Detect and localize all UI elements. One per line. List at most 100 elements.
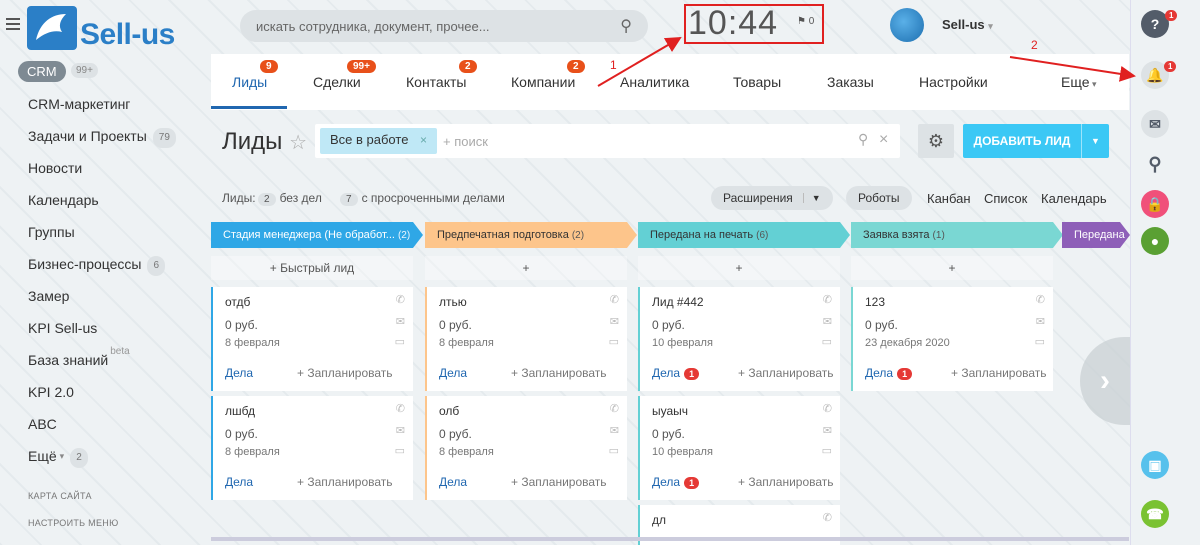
comment-icon[interactable]: ▭ bbox=[822, 444, 832, 457]
lead-title[interactable]: олб bbox=[439, 404, 459, 418]
add-lead-plus[interactable]: + bbox=[638, 256, 840, 280]
lock-icon[interactable]: 🔒 bbox=[1141, 190, 1169, 218]
sidebar-item[interactable]: Новости bbox=[28, 159, 208, 191]
lead-card[interactable]: Лид #442 0 руб. 10 февраля Дела 1 + Запланиро… bbox=[638, 287, 840, 391]
user-icon[interactable]: ● bbox=[1141, 227, 1169, 255]
tasks-link[interactable]: Дела bbox=[225, 475, 253, 489]
add-lead-button[interactable]: ДОБАВИТЬ ЛИД ▼ bbox=[963, 124, 1109, 158]
clock[interactable]: 10:44 bbox=[688, 4, 778, 43]
add-lead-plus[interactable]: + bbox=[851, 256, 1053, 280]
tab-item[interactable]: Компании bbox=[511, 74, 575, 90]
mail-icon[interactable]: ✉ bbox=[823, 424, 832, 437]
tasks-link[interactable]: Дела bbox=[439, 475, 467, 489]
search-input[interactable] bbox=[256, 18, 556, 34]
extensions-button[interactable]: Расширения ▼ bbox=[711, 186, 833, 210]
tasks-link[interactable]: Дела 1 bbox=[652, 366, 700, 380]
lead-title[interactable]: ыуаыч bbox=[652, 404, 688, 418]
lead-card[interactable]: 123 0 руб. 23 декабря 2020 Дела 1 + Запланиро… bbox=[851, 287, 1053, 391]
phone-icon[interactable]: ☎ bbox=[1141, 500, 1169, 528]
avatar[interactable] bbox=[890, 8, 924, 42]
sitemap-link[interactable]: КАРТА САЙТА bbox=[28, 491, 92, 501]
lead-card[interactable]: отдб 0 руб. 8 февраля Дела + Запланировать ✆ ✉… bbox=[211, 287, 413, 391]
comment-icon[interactable]: ▭ bbox=[822, 335, 832, 348]
star-icon[interactable]: ☆ bbox=[289, 132, 307, 154]
add-lead-plus[interactable]: + bbox=[425, 256, 627, 280]
filter-search[interactable]: + поиск bbox=[443, 134, 488, 149]
view-list[interactable]: Список bbox=[984, 191, 1027, 206]
search-icon[interactable]: ⚲ bbox=[620, 16, 632, 36]
sidebar-item[interactable]: Замер bbox=[28, 287, 208, 319]
mail-icon[interactable]: ✉ bbox=[610, 424, 619, 437]
phone-icon[interactable]: ✆ bbox=[396, 402, 405, 415]
lead-title[interactable]: 123 bbox=[865, 295, 885, 309]
horizontal-scrollbar[interactable] bbox=[211, 537, 1129, 541]
mail-icon[interactable]: ✉ bbox=[823, 315, 832, 328]
comment-icon[interactable]: ▭ bbox=[609, 335, 619, 348]
lead-title[interactable]: лтью bbox=[439, 295, 467, 309]
sidebar-crm[interactable]: CRM bbox=[18, 61, 66, 82]
tab-item[interactable]: Товары bbox=[733, 74, 781, 90]
sidebar-item[interactable]: База знаний beta bbox=[28, 346, 208, 383]
tab-item[interactable]: Аналитика bbox=[620, 74, 689, 90]
lead-card[interactable]: олб 0 руб. 8 февраля Дела + Запланировать ✆ ✉ ▭ bbox=[425, 396, 627, 500]
lead-title[interactable]: отдб bbox=[225, 295, 250, 309]
stage-header[interactable]: Передана bbox=[1062, 222, 1130, 248]
mail-icon[interactable]: ✉ bbox=[396, 315, 405, 328]
filter-tag[interactable]: Все в работе × bbox=[320, 128, 438, 154]
tab-item[interactable]: Заказы bbox=[827, 74, 874, 90]
tab-item[interactable]: Контакты bbox=[406, 74, 466, 90]
tab-item[interactable]: Лиды bbox=[232, 74, 267, 90]
comment-icon[interactable]: ▭ bbox=[395, 444, 405, 457]
filter-clear-icon[interactable]: × bbox=[879, 131, 888, 149]
lead-title[interactable]: лшбд bbox=[225, 404, 255, 418]
tasks-link[interactable]: Дела bbox=[439, 366, 467, 380]
phone-icon[interactable]: ✆ bbox=[823, 402, 832, 415]
lead-title[interactable]: дл bbox=[652, 513, 666, 527]
global-search[interactable]: ⚲ bbox=[240, 10, 648, 42]
search-icon[interactable]: ⚲ bbox=[1141, 150, 1169, 178]
sidebar-item[interactable]: Задачи и Проекты 79 bbox=[28, 127, 208, 159]
view-kanban[interactable]: Канбан bbox=[927, 191, 971, 206]
phone-icon[interactable]: ✆ bbox=[1036, 293, 1045, 306]
phone-icon[interactable]: ✆ bbox=[823, 511, 832, 524]
sidebar-item[interactable]: Группы bbox=[28, 223, 208, 255]
phone-icon[interactable]: ✆ bbox=[610, 402, 619, 415]
robots-button[interactable]: Роботы bbox=[846, 186, 912, 210]
plan-link[interactable]: + Запланировать bbox=[738, 475, 834, 489]
plan-link[interactable]: + Запланировать bbox=[297, 475, 393, 489]
lead-card[interactable]: лшбд 0 руб. 8 февраля Дела + Запланировать ✆ ✉… bbox=[211, 396, 413, 500]
user-name[interactable]: Sell-us ▾ bbox=[942, 17, 993, 32]
tab-item[interactable]: Еще ▾ bbox=[1061, 74, 1097, 90]
stage-header[interactable]: Стадия менеджера (Не обработ... (2) bbox=[211, 222, 423, 248]
sidebar-item[interactable]: ABC bbox=[28, 415, 208, 447]
sidebar-item[interactable]: Календарь bbox=[28, 191, 208, 223]
chat-icon[interactable]: ✉ bbox=[1141, 110, 1169, 138]
configure-menu-link[interactable]: НАСТРОИТЬ МЕНЮ bbox=[28, 518, 118, 528]
overdue-filter[interactable]: 7с просроченными делами bbox=[340, 191, 505, 206]
menu-toggle-icon[interactable] bbox=[6, 18, 20, 30]
lead-card[interactable]: ыуаыч 0 руб. 10 февраля Дела 1 + Запланироват… bbox=[638, 396, 840, 500]
mail-icon[interactable]: ✉ bbox=[1036, 315, 1045, 328]
screen-share-icon[interactable]: ▣ bbox=[1141, 451, 1169, 479]
stage-header[interactable]: Предпечатная подготовка (2) bbox=[425, 222, 637, 248]
lead-card[interactable]: лтью 0 руб. 8 февраля Дела + Запланировать ✆ ✉… bbox=[425, 287, 627, 391]
comment-icon[interactable]: ▭ bbox=[609, 444, 619, 457]
mail-icon[interactable]: ✉ bbox=[610, 315, 619, 328]
gear-icon[interactable]: ⚙ bbox=[918, 124, 954, 158]
plan-link[interactable]: + Запланировать bbox=[511, 475, 607, 489]
sidebar-item[interactable]: KPI 2.0 bbox=[28, 383, 208, 415]
tasks-link[interactable]: Дела 1 bbox=[652, 475, 700, 489]
phone-icon[interactable]: ✆ bbox=[396, 293, 405, 306]
phone-icon[interactable]: ✆ bbox=[823, 293, 832, 306]
stage-header[interactable]: Заявка взята (1) bbox=[851, 222, 1063, 248]
sidebar-item[interactable]: Ещё ▾ 2 bbox=[28, 447, 208, 479]
quick-lead-button[interactable]: + Быстрый лид bbox=[211, 256, 413, 280]
view-calendar[interactable]: Календарь bbox=[1041, 191, 1107, 206]
plan-link[interactable]: + Запланировать bbox=[297, 366, 393, 380]
plan-link[interactable]: + Запланировать bbox=[951, 366, 1047, 380]
plan-link[interactable]: + Запланировать bbox=[738, 366, 834, 380]
lead-title[interactable]: Лид #442 bbox=[652, 295, 704, 309]
phone-icon[interactable]: ✆ bbox=[610, 293, 619, 306]
tasks-link[interactable]: Дела 1 bbox=[865, 366, 913, 380]
tab-item[interactable]: Сделки bbox=[313, 74, 361, 90]
